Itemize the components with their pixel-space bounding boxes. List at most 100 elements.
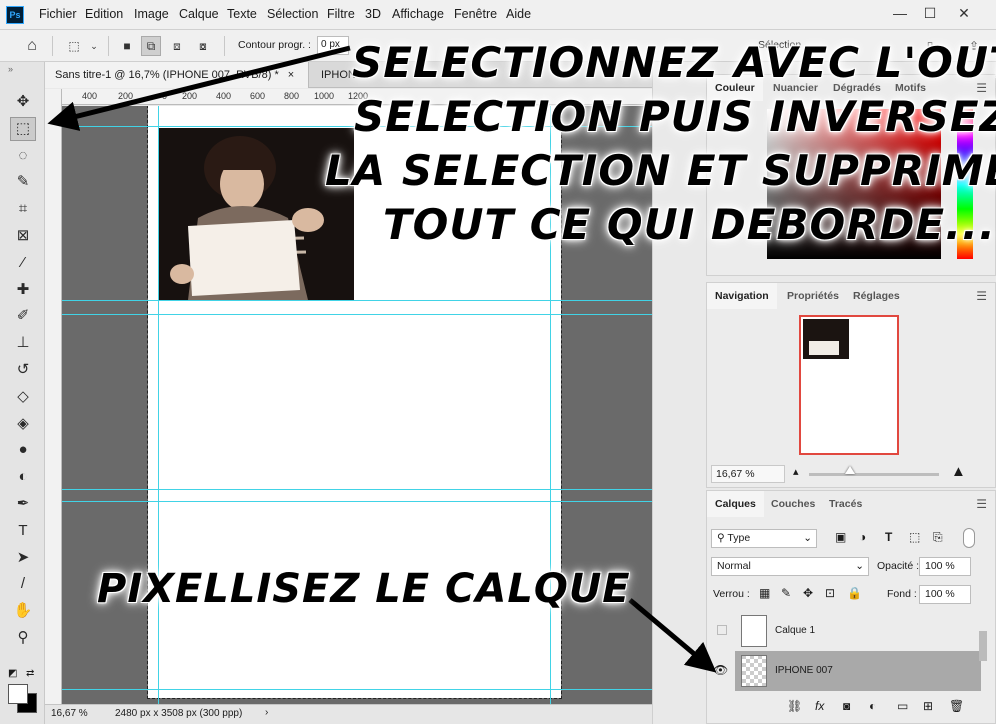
menu-3d[interactable]: 3D	[365, 7, 381, 21]
new-layer-icon[interactable]: ⊞	[923, 699, 933, 713]
menu-edition[interactable]: Edition	[85, 7, 123, 21]
minimize-icon[interactable]: —	[886, 2, 914, 24]
mask-icon[interactable]: ◙	[843, 699, 850, 713]
layer-name: Calque 1	[775, 625, 816, 636]
opacity-input[interactable]: 100 %	[919, 557, 971, 576]
pen-tool-icon[interactable]: ✒	[10, 492, 36, 516]
layer-row[interactable]: Calque 1	[717, 611, 981, 651]
status-zoom[interactable]: 16,67 %	[51, 708, 88, 719]
menu-texte[interactable]: Texte	[227, 7, 257, 21]
filter-shape-icon[interactable]: ⬚	[909, 530, 920, 544]
canvas-area[interactable]	[62, 106, 652, 704]
tab-traces[interactable]: Tracés	[821, 491, 870, 517]
eraser-tool-icon[interactable]: ◇	[10, 385, 36, 409]
layer-filter-select[interactable]: ⚲ Type ⌄	[711, 529, 817, 548]
crop-tool-icon[interactable]: ⌗	[10, 197, 36, 221]
brush-tool-icon[interactable]: ✐	[10, 304, 36, 328]
filter-toggle[interactable]	[963, 528, 975, 548]
lock-transparent-icon[interactable]: ▦	[759, 586, 770, 600]
menu-image[interactable]: Image	[134, 7, 169, 21]
lock-artboard-icon[interactable]: ⊡	[825, 586, 835, 600]
link-icon[interactable]: ⛓	[787, 699, 802, 713]
menu-filtre[interactable]: Filtre	[327, 7, 355, 21]
dodge-tool-icon[interactable]: ◐	[10, 465, 36, 489]
menu-selection[interactable]: Sélection	[267, 7, 318, 21]
frame-tool-icon[interactable]: ⊠	[10, 224, 36, 248]
tab-active-document[interactable]: Sans titre-1 @ 16,7% (IPHONE 007, RVB/8)…	[45, 62, 309, 88]
default-colors-icon[interactable]: ◩	[8, 668, 17, 679]
tab-reglages[interactable]: Réglages	[845, 283, 908, 309]
tab-proprietes[interactable]: Propriétés	[779, 283, 847, 309]
zoom-tool-icon[interactable]: ⚲	[10, 626, 36, 650]
intersect-selection-icon[interactable]: ⧇	[193, 36, 213, 56]
ruler-label: 200	[118, 91, 134, 101]
subtract-selection-icon[interactable]: ⧈	[167, 36, 187, 56]
chevron-right-icon[interactable]: ›	[265, 707, 268, 718]
filter-adjustment-icon[interactable]: ◑	[859, 530, 866, 544]
line-tool-icon[interactable]: /	[10, 572, 36, 596]
collapse-icon[interactable]: »	[8, 64, 13, 74]
lasso-tool-icon[interactable]: ◌	[10, 144, 36, 168]
menu-fichier[interactable]: Fichier	[39, 7, 77, 21]
feather-input[interactable]: 0 px	[317, 36, 349, 55]
navigator-thumbnail[interactable]	[799, 315, 899, 455]
menu-fenetre[interactable]: Fenêtre	[454, 7, 497, 21]
menu-affichage[interactable]: Affichage	[392, 7, 444, 21]
tab-navigation[interactable]: Navigation	[707, 283, 777, 309]
bucket-tool-icon[interactable]: ◈	[10, 412, 36, 436]
type-tool-icon[interactable]: T	[10, 519, 36, 543]
zoom-in-icon[interactable]: ▲	[951, 463, 966, 480]
menu-aide[interactable]: Aide	[506, 7, 531, 21]
stamp-tool-icon[interactable]: ⊥	[10, 331, 36, 355]
foreground-color-swatch[interactable]	[8, 684, 28, 704]
quick-select-tool-icon[interactable]: ✎	[10, 170, 36, 194]
marquee-tool-icon[interactable]: ⬚	[10, 116, 36, 141]
history-brush-tool-icon[interactable]: ↺	[10, 358, 36, 382]
add-selection-icon[interactable]: ⧉	[141, 36, 161, 56]
filter-smart-object-icon[interactable]: ⎘	[933, 530, 943, 545]
filter-type-icon[interactable]: T	[885, 530, 892, 544]
zoom-slider-track[interactable]	[809, 473, 939, 476]
layer-row[interactable]: 👁 IPHONE 007	[713, 651, 981, 691]
zoom-out-icon[interactable]: ▴	[793, 465, 799, 478]
blur-tool-icon[interactable]: ●	[10, 438, 36, 462]
zoom-slider-thumb[interactable]	[845, 466, 855, 474]
menu-calque[interactable]: Calque	[179, 7, 219, 21]
new-selection-icon[interactable]: ■	[117, 36, 137, 56]
chevron-down-icon[interactable]: ⌄	[84, 36, 104, 56]
blend-mode-select[interactable]: Normal ⌄	[711, 557, 869, 576]
lock-position-icon[interactable]: ✥	[803, 586, 813, 600]
tab-couches[interactable]: Couches	[763, 491, 823, 517]
home-icon[interactable]: ⌂	[22, 36, 42, 56]
layer-name: IPHONE 007	[775, 665, 833, 676]
tab-calques[interactable]: Calques	[707, 491, 764, 517]
fx-icon[interactable]: fx	[815, 699, 824, 713]
layers-scrollbar[interactable]	[979, 631, 987, 661]
path-select-tool-icon[interactable]: ➤	[10, 546, 36, 570]
lock-image-icon[interactable]: ✎	[781, 586, 791, 600]
lock-label: Verrou :	[713, 588, 750, 600]
filter-pixel-icon[interactable]: ▣	[835, 530, 846, 544]
eye-icon[interactable]: 👁	[713, 663, 728, 677]
adjustment-icon[interactable]: ◐	[869, 699, 876, 713]
swap-colors-icon[interactable]: ⇄	[26, 668, 34, 679]
close-tab-icon[interactable]: ×	[288, 69, 294, 81]
trash-icon[interactable]: 🗑	[949, 699, 964, 713]
move-tool-icon[interactable]: ✥	[10, 90, 36, 114]
panel-menu-icon[interactable]: ☰	[976, 289, 987, 303]
lock-all-icon[interactable]: 🔒	[847, 586, 862, 600]
navigator-zoom-field[interactable]: 16,67 %	[711, 465, 785, 483]
maximize-icon[interactable]: ☐	[916, 2, 944, 24]
annotation-line-1: SELECTIONNEZ AVEC L'OUTIL	[352, 38, 996, 87]
marquee-preset-icon[interactable]: ⬚	[64, 36, 84, 56]
layer-visibility-toggle[interactable]	[717, 625, 727, 635]
tools-panel: » ✥ ⬚ ◌ ✎ ⌗ ⊠ ⁄ ✚ ✐ ⊥ ↺ ◇ ◈ ● ◐ ✒ T ➤ / ✋ ⚲	[0, 62, 45, 724]
hand-tool-icon[interactable]: ✋	[10, 599, 36, 623]
healing-tool-icon[interactable]: ✚	[10, 278, 36, 302]
fill-input[interactable]: 100 %	[919, 585, 971, 604]
panel-menu-icon[interactable]: ☰	[976, 497, 987, 511]
eyedropper-tool-icon[interactable]: ⁄	[10, 251, 36, 275]
close-icon[interactable]: ✕	[950, 2, 978, 24]
group-icon[interactable]: ▭	[897, 699, 908, 713]
ruler-label: 400	[82, 91, 98, 101]
